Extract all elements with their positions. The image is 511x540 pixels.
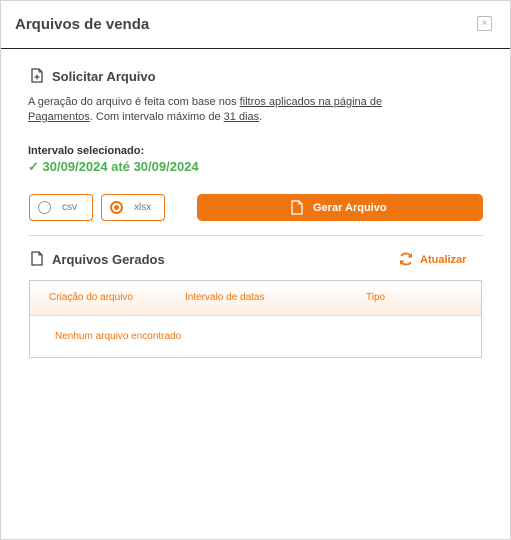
format-option-csv[interactable]: csv — [29, 194, 93, 221]
file-plus-icon — [31, 68, 43, 83]
format-label: csv — [62, 202, 77, 213]
files-table: Criação do arquivo Intervalo de datas Ti… — [29, 280, 482, 358]
column-header-created[interactable]: Criação do arquivo — [49, 292, 133, 303]
generate-file-button[interactable]: Gerar Arquivo — [197, 194, 483, 221]
format-option-xlsx[interactable]: xlsx — [101, 194, 165, 221]
modal-title: Arquivos de venda — [15, 16, 150, 33]
file-icon — [291, 200, 303, 215]
refresh-label: Atualizar — [420, 254, 467, 266]
column-header-type[interactable]: Tipo — [366, 292, 385, 303]
request-description: A geração do arquivo é feita com base no… — [28, 96, 383, 123]
file-icon — [31, 251, 43, 266]
format-label: xlsx — [134, 202, 152, 213]
request-heading: Solicitar Arquivo — [52, 69, 156, 84]
table-header: Criação do arquivo Intervalo de datas Ti… — [30, 281, 481, 316]
refresh-icon — [400, 252, 412, 266]
modal-header: Arquivos de venda × — [1, 1, 510, 49]
radio-selected-icon — [110, 201, 123, 214]
modal: Arquivos de venda × Solicitar Arquivo A … — [0, 0, 511, 540]
radio-icon — [38, 201, 51, 214]
divider — [28, 235, 483, 236]
empty-state: Nenhum arquivo encontrado — [55, 331, 182, 342]
interval-label: Intervalo selecionado: — [28, 145, 145, 157]
column-header-interval[interactable]: Intervalo de datas — [185, 292, 265, 303]
interval-value: ✓ 30/09/2024 até 30/09/2024 — [28, 159, 199, 174]
close-icon[interactable]: × — [477, 16, 492, 31]
generate-file-label: Gerar Arquivo — [313, 202, 387, 214]
generated-heading: Arquivos Gerados — [52, 252, 165, 267]
max-days-link[interactable]: 31 dias — [224, 111, 259, 123]
